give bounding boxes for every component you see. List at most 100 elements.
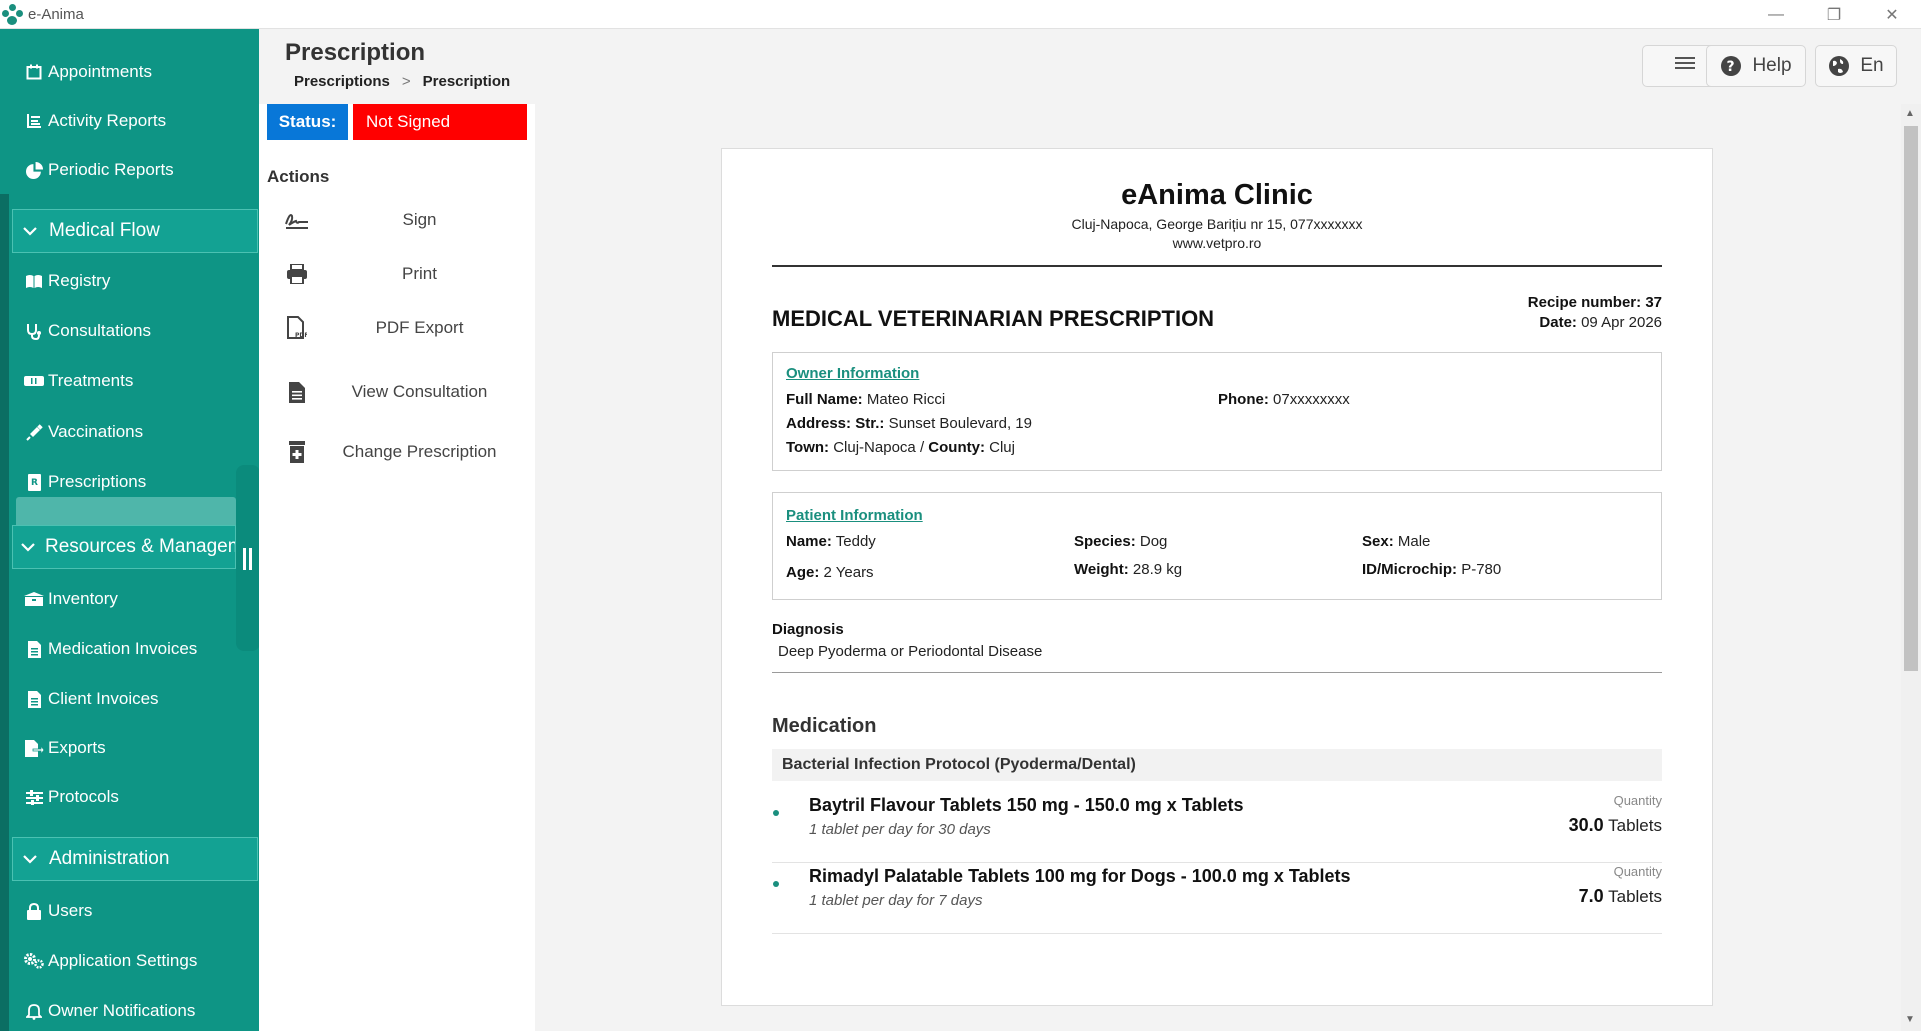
quantity-label: Quantity <box>1613 793 1662 808</box>
owner-address: Address: Str.: Sunset Boulevard, 19 <box>786 415 1032 432</box>
list-icon <box>24 111 44 131</box>
chevron-down-icon <box>21 850 39 868</box>
sidebar-item-label: Activity Reports <box>48 111 167 130</box>
language-button[interactable]: En <box>1815 45 1897 87</box>
action-label: PDF Export <box>375 318 464 337</box>
bandage-icon <box>24 371 44 391</box>
section-administration[interactable]: Administration <box>12 837 258 881</box>
medication-quantity: 30.0 Tablets <box>1568 815 1662 835</box>
section-label: Medical Flow <box>49 220 160 241</box>
sidebar-item-vaccinations[interactable]: Vaccinations <box>24 414 143 450</box>
scrollbar-thumb[interactable] <box>1904 126 1918 671</box>
breadcrumb: Prescriptions > Prescription <box>294 73 510 90</box>
restore-button[interactable]: ❐ <box>1805 0 1863 29</box>
medication-dosage: 1 tablet per day for 7 days <box>809 892 983 909</box>
document-title: MEDICAL VETERINARIAN PRESCRIPTION <box>772 306 1215 331</box>
sidebar-item-medication-invoices[interactable]: Medication Invoices <box>24 631 197 667</box>
minimize-button[interactable]: — <box>1747 0 1805 29</box>
patient-weight: Weight: 28.9 kg <box>1074 561 1183 578</box>
help-label: Help <box>1752 55 1792 76</box>
breadcrumb-separator: > <box>401 73 411 90</box>
prescription-bottle-icon <box>283 438 311 466</box>
patient-id-microchip: ID/Microchip: P-780 <box>1362 561 1502 578</box>
patient-information-title: Patient Information <box>786 507 923 524</box>
status-badge: Not Signed <box>353 104 527 140</box>
print-icon <box>283 260 311 288</box>
quantity-label: Quantity <box>1613 864 1662 879</box>
sidebar-item-label: Consultations <box>48 321 152 340</box>
sidebar-item-application-settings[interactable]: Application Settings <box>24 943 197 979</box>
sidebar-item-exports[interactable]: Exports <box>24 730 106 766</box>
owner-town-county: Town: Cluj-Napoca / County: Cluj <box>786 439 1015 456</box>
breadcrumb-link-prescriptions[interactable]: Prescriptions <box>294 73 390 90</box>
sidebar-item-prescriptions[interactable]: R Prescriptions <box>24 464 146 500</box>
sidebar-item-owner-notifications[interactable]: Owner Notifications <box>24 993 195 1029</box>
gears-icon <box>24 951 44 971</box>
sidebar-item-periodic-reports[interactable]: Periodic Reports <box>24 152 174 188</box>
sidebar-item-label: Periodic Reports <box>48 160 174 179</box>
sidebar-item-label: Inventory <box>48 589 118 608</box>
sign-button[interactable]: Sign <box>283 202 528 238</box>
action-label: Change Prescription <box>342 442 497 461</box>
clinic-address: Cluj-Napoca, George Barițiu nr 15, 077xx… <box>1071 216 1363 232</box>
section-medical-flow[interactable]: Medical Flow <box>12 209 258 253</box>
status-label: Status: <box>267 104 348 140</box>
action-label: Print <box>402 264 437 283</box>
sidebar-item-inventory[interactable]: Inventory <box>24 581 118 617</box>
actions-panel: Status: Not Signed Actions Sign Print PD… <box>259 104 535 1031</box>
prescription-date: 09 Apr 2026 <box>1581 314 1662 331</box>
clinic-website: www.vetpro.ro <box>1172 235 1262 251</box>
print-button[interactable]: Print <box>283 256 528 292</box>
question-circle-icon: ? <box>1720 55 1742 77</box>
pdf-icon: PDF <box>283 314 311 342</box>
chevron-down-icon <box>21 538 35 556</box>
owner-full-name: Full Name: Mateo Ricci <box>786 391 946 408</box>
file-icon <box>24 689 44 709</box>
clinic-name: eAnima Clinic <box>1121 179 1313 211</box>
close-button[interactable]: ✕ <box>1863 0 1921 29</box>
sidebar-item-treatments[interactable]: Treatments <box>24 363 133 399</box>
actions-title: Actions <box>267 167 330 186</box>
sidebar-item-label: Prescriptions <box>48 472 147 491</box>
scroll-down-icon[interactable]: ▼ <box>1905 1014 1915 1025</box>
signature-icon <box>283 206 311 234</box>
header-divider <box>772 265 1662 267</box>
owner-phone: Phone: 07xxxxxxxx <box>1218 391 1350 408</box>
date-label: Date: <box>1539 314 1577 331</box>
sidebar-item-registry[interactable]: Registry <box>24 263 110 299</box>
medication-item: Rimadyl Palatable Tablets 100 mg for Dog… <box>772 864 1662 934</box>
section-label: Administration <box>49 848 170 869</box>
sidebar-item-label: Application Settings <box>48 951 198 970</box>
sidebar-item-appointments[interactable]: Appointments <box>24 54 152 90</box>
sidebar-item-client-invoices[interactable]: Client Invoices <box>24 681 159 717</box>
help-button[interactable]: ? Help <box>1706 45 1806 87</box>
diagnosis-text: Deep Pyoderma or Periodontal Disease <box>778 643 1043 660</box>
sidebar-edge <box>0 194 9 1031</box>
sliders-icon <box>24 787 44 807</box>
sidebar-item-activity-reports[interactable]: Activity Reports <box>24 103 166 139</box>
bell-icon <box>24 1001 44 1021</box>
stethoscope-icon <box>24 321 44 341</box>
change-prescription-button[interactable]: Change Prescription <box>283 434 528 470</box>
language-label: En <box>1860 55 1884 76</box>
scroll-up-icon[interactable]: ▲ <box>1905 108 1915 119</box>
view-consultation-button[interactable]: View Consultation <box>283 374 528 410</box>
sidebar-item-label: Owner Notifications <box>48 1001 196 1020</box>
section-label: Resources & Managem <box>45 536 236 557</box>
boxes-icon <box>24 589 44 609</box>
sidebar-item-consultations[interactable]: Consultations <box>24 313 151 349</box>
page-header: Prescription Prescriptions > Prescriptio… <box>259 29 1921 104</box>
svg-text:R: R <box>31 478 38 488</box>
section-resources-management[interactable]: Resources & Managem <box>12 525 236 569</box>
pdf-export-button[interactable]: PDF PDF Export <box>283 310 528 346</box>
patient-sex: Sex: Male <box>1362 533 1431 550</box>
lock-icon <box>24 901 44 921</box>
vertical-scrollbar[interactable]: ▲ ▼ <box>1901 104 1921 1031</box>
owner-information-title: Owner Information <box>786 365 920 382</box>
sidebar-grip-icon[interactable] <box>243 548 252 570</box>
medication-item: Baytril Flavour Tablets 150 mg - 150.0 m… <box>772 793 1662 863</box>
sidebar-item-protocols[interactable]: Protocols <box>24 779 119 815</box>
sidebar-item-users[interactable]: Users <box>24 893 92 929</box>
sidebar-item-label: Treatments <box>48 371 134 390</box>
protocol-header: Bacterial Infection Protocol (Pyoderma/D… <box>772 749 1662 781</box>
